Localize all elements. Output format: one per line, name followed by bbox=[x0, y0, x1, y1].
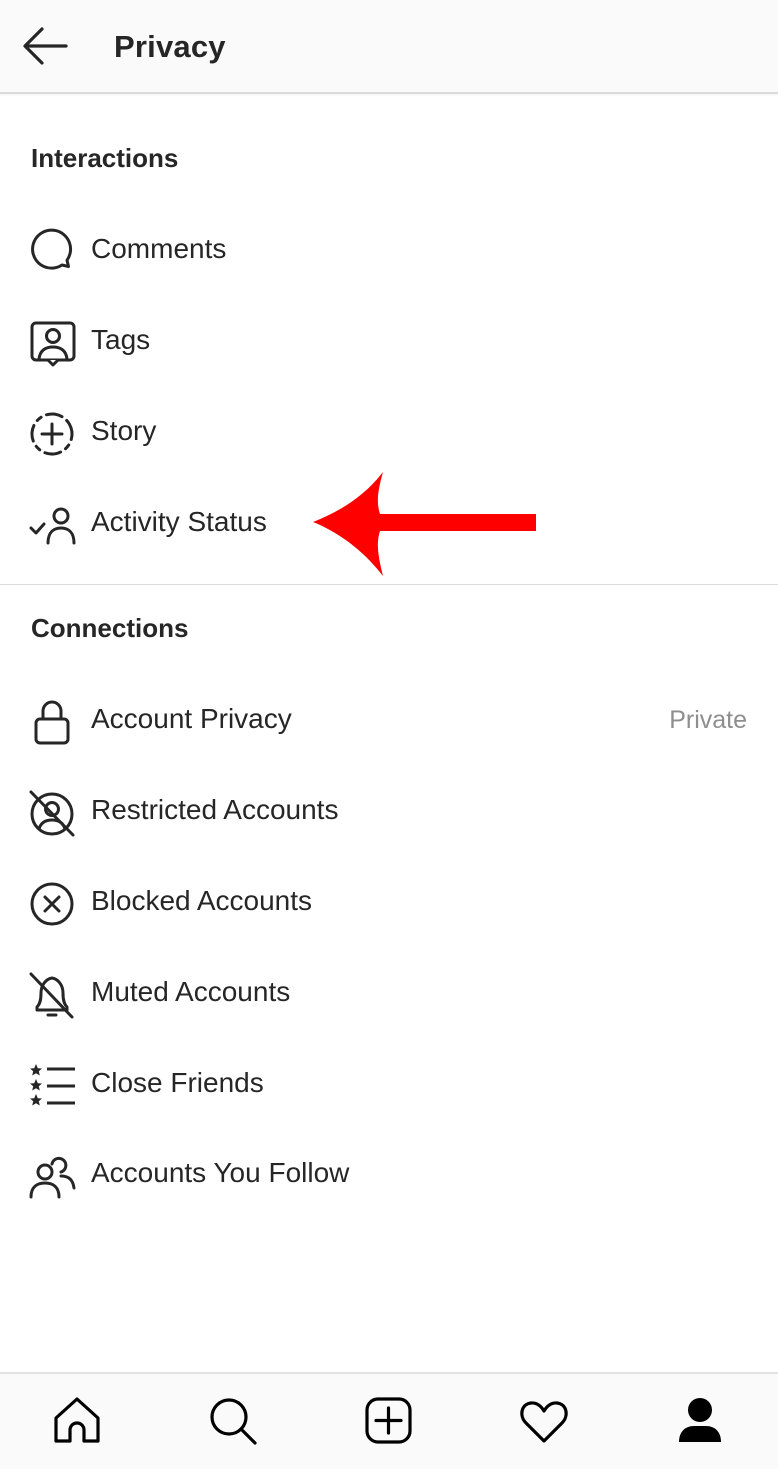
bottom-navigation-bar bbox=[0, 1372, 778, 1469]
nav-tab-activity[interactable] bbox=[516, 1394, 572, 1450]
menu-item-activity-status[interactable]: Activity Status bbox=[0, 482, 778, 566]
lock-icon bbox=[34, 700, 70, 745]
story-add-icon bbox=[30, 412, 74, 456]
menu-item-restricted-accounts[interactable]: Restricted Accounts bbox=[0, 770, 778, 854]
restricted-icon bbox=[29, 790, 75, 837]
close-friends-list-icon bbox=[30, 1064, 75, 1106]
heart-icon bbox=[520, 1401, 568, 1443]
menu-item-story[interactable]: Story bbox=[0, 391, 778, 475]
menu-item-comments[interactable]: Comments bbox=[0, 209, 778, 293]
add-post-icon bbox=[365, 1397, 412, 1444]
top-app-bar: Privacy bbox=[0, 0, 778, 94]
nav-tab-home[interactable] bbox=[49, 1394, 105, 1450]
section-header-connections: Connections bbox=[31, 613, 189, 643]
menu-item-account-privacy[interactable]: Account Privacy Private bbox=[0, 679, 778, 763]
people-icon bbox=[29, 1156, 76, 1199]
menu-item-label: Blocked Accounts bbox=[91, 885, 313, 916]
profile-icon bbox=[679, 1398, 721, 1442]
menu-item-accounts-you-follow[interactable]: Accounts You Follow bbox=[0, 1133, 778, 1217]
nav-tab-new-post[interactable] bbox=[361, 1394, 417, 1450]
nav-tab-profile[interactable] bbox=[672, 1394, 728, 1450]
muted-bell-icon bbox=[29, 972, 74, 1019]
menu-item-label: Story bbox=[91, 415, 157, 446]
menu-item-close-friends[interactable]: Close Friends bbox=[0, 1043, 778, 1127]
home-icon bbox=[54, 1397, 100, 1443]
nav-tab-search[interactable] bbox=[205, 1394, 261, 1450]
menu-item-tags[interactable]: Tags bbox=[0, 300, 778, 384]
menu-item-label: Close Friends bbox=[91, 1067, 264, 1098]
section-divider bbox=[0, 584, 778, 585]
menu-item-label: Accounts You Follow bbox=[91, 1157, 350, 1188]
menu-item-label: Muted Accounts bbox=[91, 976, 291, 1007]
account-privacy-value: Private bbox=[669, 706, 747, 734]
menu-item-label: Tags bbox=[91, 324, 151, 355]
activity-status-icon bbox=[29, 507, 76, 545]
back-button[interactable] bbox=[18, 24, 72, 68]
menu-item-blocked-accounts[interactable]: Blocked Accounts bbox=[0, 861, 778, 945]
menu-item-label: Comments bbox=[91, 233, 227, 264]
arrow-left-icon bbox=[23, 27, 68, 65]
search-icon bbox=[210, 1398, 257, 1445]
menu-item-label: Account Privacy bbox=[91, 703, 292, 734]
menu-item-muted-accounts[interactable]: Muted Accounts bbox=[0, 952, 778, 1036]
page-title: Privacy bbox=[114, 29, 226, 64]
menu-item-label: Restricted Accounts bbox=[91, 794, 339, 825]
comment-bubble-icon bbox=[31, 228, 73, 270]
tag-person-icon bbox=[30, 321, 76, 367]
menu-item-label: Activity Status bbox=[91, 506, 267, 537]
blocked-icon bbox=[30, 882, 74, 926]
section-header-interactions: Interactions bbox=[31, 143, 179, 173]
